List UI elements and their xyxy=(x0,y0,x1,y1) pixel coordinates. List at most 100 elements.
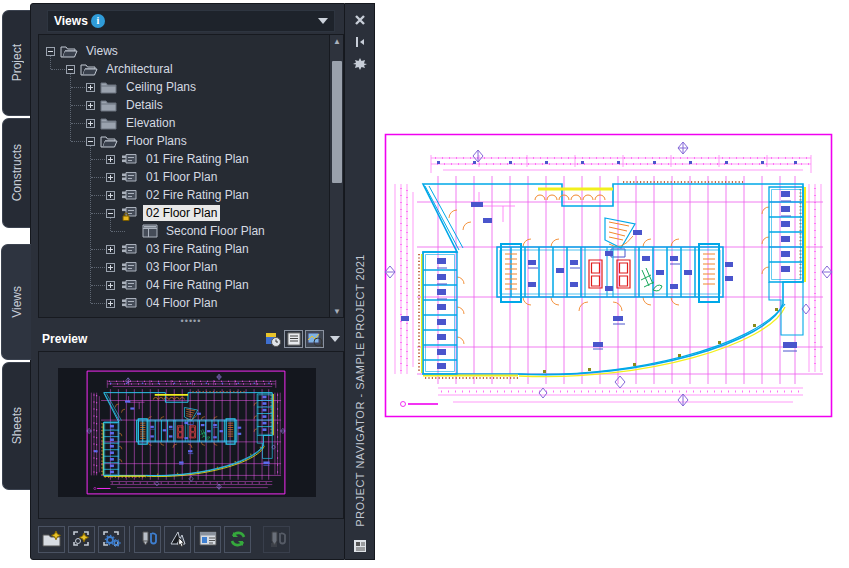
view-locked-icon xyxy=(120,206,139,220)
preview-title: Preview xyxy=(42,332,87,346)
collapse-icon[interactable] xyxy=(106,209,115,218)
palette-body: Views i Views Architectural Ceiling Plans D… xyxy=(30,3,345,560)
tree-item-label[interactable]: 01 Floor Plan xyxy=(143,169,220,185)
tree-guide-stub xyxy=(91,177,105,178)
drawing-area[interactable] xyxy=(383,132,834,419)
tree-item-details[interactable]: Details xyxy=(39,96,343,114)
list-view-icon[interactable] xyxy=(284,330,303,348)
tree-scrollbar[interactable]: ▲▼ xyxy=(329,35,343,318)
new-view-button[interactable] xyxy=(68,526,95,553)
etransmit-button[interactable] xyxy=(164,526,191,553)
tree-guide-stub xyxy=(91,249,105,250)
tree-item-label[interactable]: Second Floor Plan xyxy=(163,223,268,239)
preview-chevron-down-icon[interactable] xyxy=(330,336,340,342)
image-preview-icon[interactable] xyxy=(305,330,324,348)
tree-item-label[interactable]: 04 Floor Plan xyxy=(143,295,220,311)
properties-icon[interactable] xyxy=(352,56,368,72)
tree-item-label[interactable]: 01 Fire Rating Plan xyxy=(143,151,252,167)
folder-open-icon xyxy=(100,134,119,148)
tree-item-label[interactable]: Architectural xyxy=(103,61,176,77)
tab-sheets[interactable]: Sheets xyxy=(2,362,30,490)
folder-open-icon xyxy=(60,44,79,58)
tree-item-03-fire-rating-plan[interactable]: 03 Fire Rating Plan xyxy=(39,240,343,258)
tree-guide-stub xyxy=(91,303,105,304)
collapse-icon[interactable] xyxy=(46,47,55,56)
refresh-button[interactable] xyxy=(224,526,251,553)
tree-item-04-floor-plan[interactable]: 04 Floor Plan xyxy=(39,294,343,312)
attach-button[interactable] xyxy=(134,526,161,553)
view-icon xyxy=(120,188,139,202)
auto-hide-icon[interactable] xyxy=(352,34,368,50)
tree-item-ceiling-plans[interactable]: Ceiling Plans xyxy=(39,78,343,96)
tree-guide-line xyxy=(70,73,71,141)
view-icon xyxy=(120,296,139,310)
expand-icon[interactable] xyxy=(86,119,95,128)
tree-item-label[interactable]: 03 Fire Rating Plan xyxy=(143,241,252,257)
tab-label: Sheets xyxy=(10,407,24,444)
collapse-icon[interactable] xyxy=(86,137,95,146)
expand-icon[interactable] xyxy=(106,299,115,308)
chevron-down-icon[interactable] xyxy=(318,18,328,24)
preview-thumbnail[interactable] xyxy=(86,370,286,495)
tree-item-03-floor-plan[interactable]: 03 Floor Plan xyxy=(39,258,343,276)
expand-icon[interactable] xyxy=(106,173,115,182)
views-title: Views xyxy=(54,14,88,28)
tree-item-02-floor-plan[interactable]: 02 Floor Plan xyxy=(39,204,343,222)
tree-item-label[interactable]: 04 Fire Rating Plan xyxy=(143,277,252,293)
scroll-up-icon[interactable]: ▲ xyxy=(330,35,344,49)
details-time-icon[interactable] xyxy=(263,330,282,348)
tab-label: Constructs xyxy=(10,144,24,201)
tree-guide-stub xyxy=(91,213,105,214)
expand-icon[interactable] xyxy=(106,263,115,272)
details-button[interactable] xyxy=(194,526,221,553)
new-category-button[interactable] xyxy=(38,526,65,553)
expand-icon[interactable] xyxy=(86,83,95,92)
scroll-down-icon[interactable]: ▼ xyxy=(330,305,344,318)
scroll-thumb[interactable] xyxy=(332,61,342,183)
tree-guide-stub xyxy=(91,267,105,268)
tree-item-label[interactable]: Floor Plans xyxy=(123,133,190,149)
tree-item-label[interactable]: Views xyxy=(83,43,121,59)
tree-item-04-fire-rating-plan[interactable]: 04 Fire Rating Plan xyxy=(39,276,343,294)
close-icon[interactable] xyxy=(352,12,368,28)
tree-item-01-floor-plan[interactable]: 01 Floor Plan xyxy=(39,168,343,186)
expand-icon[interactable] xyxy=(106,245,115,254)
info-icon[interactable]: i xyxy=(91,14,105,28)
tree-guide-stub xyxy=(71,87,85,88)
floor-plan-drawing xyxy=(383,132,834,419)
tab-project[interactable]: Project xyxy=(2,10,30,116)
tree-item-02-fire-rating-plan[interactable]: 02 Fire Rating Plan xyxy=(39,186,343,204)
tree-item-label[interactable]: 02 Floor Plan xyxy=(143,205,220,221)
splitter-handle[interactable] xyxy=(38,320,344,328)
tree-guide-stub xyxy=(91,285,105,286)
tree-item-second-floor-plan[interactable]: Second Floor Plan xyxy=(39,222,343,240)
palette-toolbar xyxy=(38,524,344,554)
palette-menu-icon[interactable] xyxy=(352,538,368,554)
expand-icon[interactable] xyxy=(106,155,115,164)
palette-sidebar: PROJECT NAVIGATOR - SAMPLE PROJECT 2021 xyxy=(345,3,375,560)
tree-item-views[interactable]: Views xyxy=(39,42,343,60)
tree-item-label[interactable]: Details xyxy=(123,97,166,113)
views-titlebar: Views i xyxy=(47,10,335,32)
attach2-button[interactable] xyxy=(263,526,290,553)
expand-icon[interactable] xyxy=(106,281,115,290)
palette-title-vertical[interactable]: PROJECT NAVIGATOR - SAMPLE PROJECT 2021 xyxy=(345,254,374,527)
folder-closed-icon xyxy=(100,80,119,94)
tree-item-elevation[interactable]: Elevation xyxy=(39,114,343,132)
tree-item-label[interactable]: 03 Floor Plan xyxy=(143,259,220,275)
collapse-icon[interactable] xyxy=(66,65,75,74)
expand-icon[interactable] xyxy=(106,191,115,200)
tree-guide-line xyxy=(90,145,91,303)
tab-constructs[interactable]: Constructs xyxy=(2,118,30,228)
tree-item-label[interactable]: Ceiling Plans xyxy=(123,79,199,95)
tab-views[interactable]: Views xyxy=(1,244,31,360)
tree-item-label[interactable]: 02 Fire Rating Plan xyxy=(143,187,252,203)
tree-item-floor-plans[interactable]: Floor Plans xyxy=(39,132,343,150)
tree-item-label[interactable]: Elevation xyxy=(123,115,178,131)
new-model-view-button[interactable] xyxy=(98,526,125,553)
project-navigator-palette: Views i Views Architectural Ceiling Plans D… xyxy=(0,0,375,568)
tree-item-architectural[interactable]: Architectural xyxy=(39,60,343,78)
tree-guide-line xyxy=(110,217,111,231)
expand-icon[interactable] xyxy=(86,101,95,110)
tree-item-01-fire-rating-plan[interactable]: 01 Fire Rating Plan xyxy=(39,150,343,168)
